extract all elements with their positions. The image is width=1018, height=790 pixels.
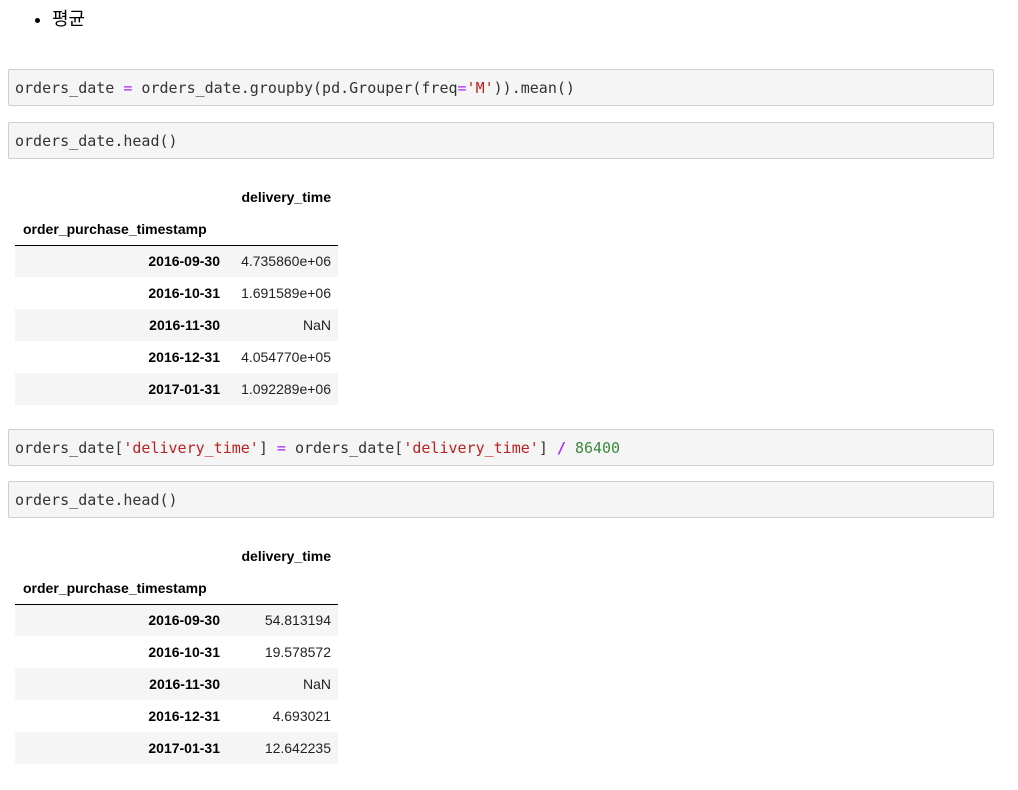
row-index: 2017-01-31 — [148, 740, 220, 756]
table-row: 2017-01-31 12.642235 — [15, 732, 338, 764]
row-index: 2016-10-31 — [148, 285, 220, 301]
column-header: delivery_time — [241, 189, 332, 205]
code-token: = — [276, 439, 286, 457]
table-row: 2016-11-30 NaN — [15, 309, 338, 341]
cell-value: 1.691589e+06 — [241, 285, 331, 301]
code-token: orders_date.head() — [15, 132, 178, 150]
code-token: ] — [538, 439, 557, 457]
table-row: 2017-01-31 1.092289e+06 — [15, 373, 338, 405]
code-cell-head-2[interactable]: orders_date.head() — [8, 481, 994, 518]
code-token: 'delivery_time' — [403, 439, 539, 457]
cell-value: 1.092289e+06 — [241, 381, 331, 397]
row-index: 2016-12-31 — [148, 349, 220, 365]
index-name-header: order_purchase_timestamp — [15, 213, 227, 246]
index-name-header: order_purchase_timestamp — [15, 572, 227, 605]
cell-value: 19.578572 — [264, 644, 331, 660]
code-token: orders_date.groupby(pd.Grouper(freq — [132, 79, 458, 97]
cell-value: 4.735860e+06 — [241, 253, 331, 270]
code-token: 86400 — [574, 439, 621, 457]
code-token: = — [457, 79, 467, 97]
code-token: / — [556, 439, 566, 457]
notebook-page: 평균 orders_date = orders_date.groupby(pd.… — [0, 0, 1018, 790]
table-row: 2016-12-31 4.693021 — [15, 700, 338, 732]
code-token: orders_date[ — [285, 439, 404, 457]
row-index: 2016-12-31 — [148, 708, 220, 724]
column-header: delivery_time — [241, 548, 332, 564]
dataframe-output-1: delivery_time order_purchase_timestamp 2… — [15, 181, 338, 405]
row-index: 2016-11-30 — [149, 676, 220, 692]
cell-value: 54.813194 — [264, 612, 331, 629]
markdown-bullet-list: 평균 — [32, 6, 85, 32]
table-row: 2016-09-30 54.813194 — [15, 604, 338, 636]
code-token: orders_date[ — [15, 439, 124, 457]
code-token: ] — [258, 439, 277, 457]
code-token: 'delivery_time' — [123, 439, 259, 457]
row-index: 2016-09-30 — [148, 253, 220, 270]
code-token: 'M' — [466, 79, 494, 97]
cell-value: 12.642235 — [264, 740, 331, 756]
code-token: )).mean() — [493, 79, 575, 97]
bullet-item: 평균 — [52, 6, 85, 32]
table-row: 2016-10-31 19.578572 — [15, 636, 338, 668]
code-token: orders_date — [15, 79, 124, 97]
dataframe-output-2: delivery_time order_purchase_timestamp 2… — [15, 540, 338, 764]
cell-value: NaN — [302, 676, 331, 692]
cell-value: 4.054770e+05 — [241, 349, 331, 365]
code-cell-head-1[interactable]: orders_date.head() — [8, 122, 994, 159]
row-index: 2016-09-30 — [148, 612, 220, 629]
table-row: 2016-10-31 1.691589e+06 — [15, 277, 338, 309]
code-token: orders_date.head() — [15, 491, 178, 509]
row-index: 2016-10-31 — [148, 644, 220, 660]
cell-value: NaN — [302, 317, 331, 333]
table-row: 2016-12-31 4.054770e+05 — [15, 341, 338, 373]
code-cell-convert-days[interactable]: orders_date['delivery_time'] = orders_da… — [8, 429, 994, 466]
table-row: 2016-11-30 NaN — [15, 668, 338, 700]
code-cell-groupby[interactable]: orders_date = orders_date.groupby(pd.Gro… — [8, 69, 994, 106]
row-index: 2016-11-30 — [149, 317, 220, 333]
row-index: 2017-01-31 — [148, 381, 220, 397]
table-row: 2016-09-30 4.735860e+06 — [15, 245, 338, 277]
cell-value: 4.693021 — [272, 708, 331, 724]
